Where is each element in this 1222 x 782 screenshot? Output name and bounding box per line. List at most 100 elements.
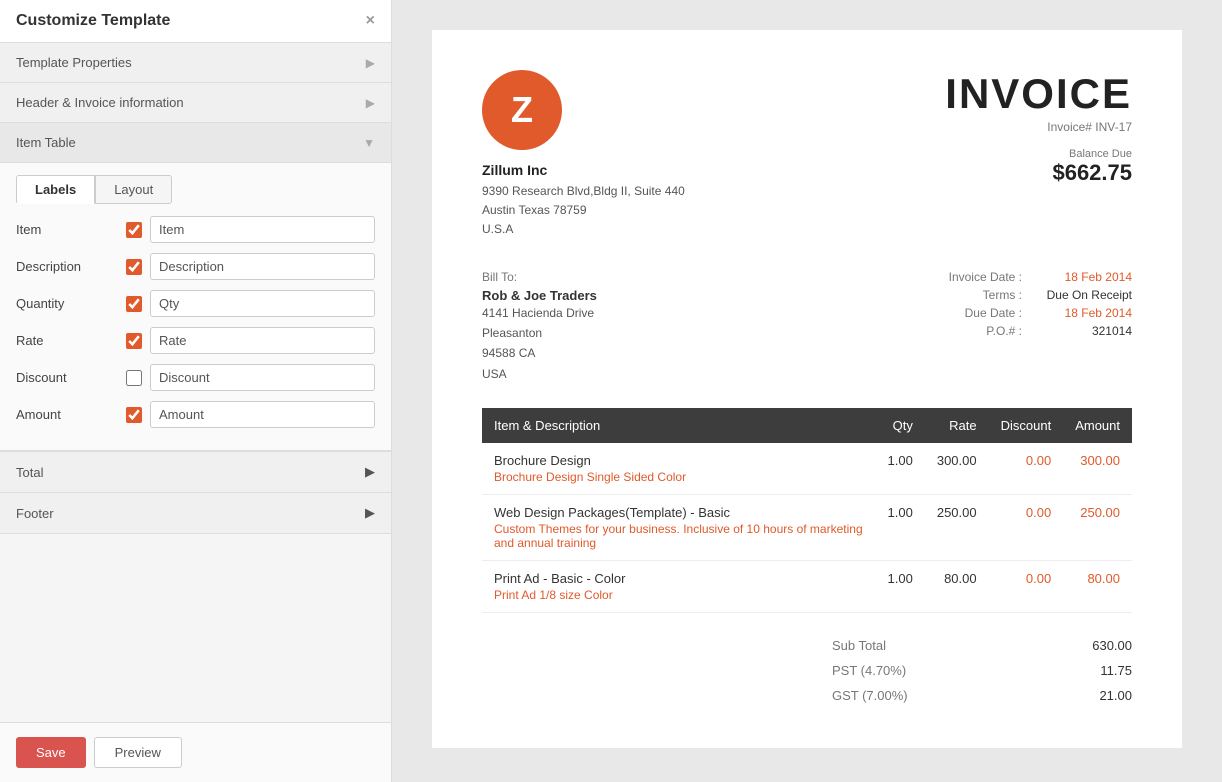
table-cell-discount: 0.00 [989,561,1064,613]
table-cell-amount: 80.00 [1063,561,1132,613]
header-invoice-arrow: ▶ [366,96,375,110]
table-cell-amount: 250.00 [1063,495,1132,561]
totals-key: Sub Total [832,638,886,653]
balance-due-label: Balance Due [945,148,1132,160]
field-row-rate: Rate [16,327,375,354]
table-cell-discount: 0.00 [989,443,1064,495]
item-table-body: Labels Layout ItemDescriptionQuantityRat… [0,163,391,451]
action-buttons: Save Preview [0,722,391,782]
bill-address-4: USA [482,364,597,384]
totals-table: Sub Total630.00PST (4.70%)11.75 GST (7.00… [832,633,1132,708]
company-address-line3: U.S.A [482,220,685,239]
bottom-section-label-total: Total [16,465,43,480]
field-checkbox-description[interactable] [126,259,142,275]
field-checkbox-amount[interactable] [126,407,142,423]
field-checkbox-item[interactable] [126,222,142,238]
left-panel: Customize Template × Template Properties… [0,0,392,782]
field-input-wrapper-rate [150,327,375,354]
field-label-discount: Discount [16,370,126,385]
totals-row: PST (4.70%)11.75 [832,658,1132,683]
field-row-item: Item [16,216,375,243]
field-label-amount: Amount [16,407,126,422]
field-row-description: Description [16,253,375,280]
bottom-section-footer[interactable]: Footer ▶ [0,493,391,534]
totals-section: Sub Total630.00PST (4.70%)11.75 GST (7.00… [482,633,1132,708]
tab-labels[interactable]: Labels [16,175,95,204]
bill-to-address: 4141 Hacienda Drive Pleasanton 94588 CA … [482,303,597,385]
totals-key: GST (7.00%) [832,688,908,703]
table-cell-discount: 0.00 [989,495,1064,561]
bottom-section-total[interactable]: Total▶ [0,452,391,493]
table-row: Web Design Packages(Template) - BasicCus… [482,495,1132,561]
field-text-amount[interactable] [150,401,375,428]
table-header-row: Item & Description Qty Rate Discount Amo… [482,408,1132,443]
field-text-discount[interactable] [150,364,375,391]
table-cell-item: Print Ad - Basic - ColorPrint Ad 1/8 siz… [482,561,876,613]
field-input-wrapper-amount [150,401,375,428]
invoice-title-block: INVOICE Invoice# INV-17 Balance Due $662… [945,70,1132,186]
item-name: Web Design Packages(Template) - Basic [494,505,864,520]
preview-button[interactable]: Preview [94,737,182,768]
item-name: Print Ad - Basic - Color [494,571,864,586]
save-button[interactable]: Save [16,737,86,768]
item-table-section[interactable]: Item Table ▼ [0,123,391,163]
field-rows: ItemDescriptionQuantityRateDiscountAmoun… [0,204,391,450]
company-address-line2: Austin Texas 78759 [482,201,685,220]
company-address-line1: 9390 Research Blvd,Bldg II, Suite 440 [482,182,685,201]
invoice-table-body: Brochure DesignBrochure Design Single Si… [482,443,1132,613]
bottom-section-arrow-footer: ▶ [365,505,375,521]
tab-layout[interactable]: Layout [95,175,172,204]
field-checkbox-wrapper-amount [126,407,150,423]
meta-row: Invoice Date : 18 Feb 2014 [949,270,1132,284]
bottom-section-label-footer: Footer [16,506,54,521]
table-row: Brochure DesignBrochure Design Single Si… [482,443,1132,495]
field-checkbox-wrapper-description [126,259,150,275]
table-cell-rate: 300.00 [925,443,989,495]
field-row-amount: Amount [16,401,375,428]
meta-key: P.O.# : [986,324,1022,338]
bill-to-name: Rob & Joe Traders [482,288,597,303]
template-properties-label: Template Properties [16,55,132,70]
header-invoice-section[interactable]: Header & Invoice information ▶ [0,83,391,123]
field-checkbox-discount[interactable] [126,370,142,386]
totals-row: Sub Total630.00 [832,633,1132,658]
invoice-preview-panel: Z Zillum Inc 9390 Research Blvd,Bldg II,… [392,0,1222,782]
item-name: Brochure Design [494,453,864,468]
field-input-wrapper-description [150,253,375,280]
field-checkbox-rate[interactable] [126,333,142,349]
meta-row: Due Date :18 Feb 2014 [949,306,1132,320]
field-text-item[interactable] [150,216,375,243]
invoice-table: Item & Description Qty Rate Discount Amo… [482,408,1132,613]
close-icon[interactable]: × [366,12,375,30]
balance-due-amount: $662.75 [945,160,1132,186]
table-cell-item: Brochure DesignBrochure Design Single Si… [482,443,876,495]
field-checkbox-wrapper-discount [126,370,150,386]
field-checkbox-wrapper-quantity [126,296,150,312]
meta-value: 18 Feb 2014 [1032,306,1132,320]
logo-letter: Z [511,89,533,131]
meta-value: 18 Feb 2014 [1032,270,1132,284]
table-cell-qty: 1.00 [876,561,925,613]
field-label-rate: Rate [16,333,126,348]
table-cell-rate: 250.00 [925,495,989,561]
bill-info-row: Bill To: Rob & Joe Traders 4141 Hacienda… [482,270,1132,385]
totals-key: PST (4.70%) [832,663,906,678]
template-properties-section[interactable]: Template Properties ▶ [0,43,391,83]
company-info: Z Zillum Inc 9390 Research Blvd,Bldg II,… [482,70,685,240]
field-checkbox-quantity[interactable] [126,296,142,312]
template-properties-arrow: ▶ [366,56,375,70]
meta-key: Invoice Date : [949,270,1022,284]
invoice-page: Z Zillum Inc 9390 Research Blvd,Bldg II,… [432,30,1182,748]
table-cell-rate: 80.00 [925,561,989,613]
table-cell-amount: 300.00 [1063,443,1132,495]
panel-title-text: Customize Template [16,12,170,30]
table-cell-qty: 1.00 [876,495,925,561]
totals-value: 21.00 [1062,688,1132,703]
bill-address-3: 94588 CA [482,343,597,363]
field-text-description[interactable] [150,253,375,280]
field-text-rate[interactable] [150,327,375,354]
header-invoice-label: Header & Invoice information [16,95,184,110]
meta-row: P.O.# :321014 [949,324,1132,338]
table-row: Print Ad - Basic - ColorPrint Ad 1/8 siz… [482,561,1132,613]
field-text-quantity[interactable] [150,290,375,317]
